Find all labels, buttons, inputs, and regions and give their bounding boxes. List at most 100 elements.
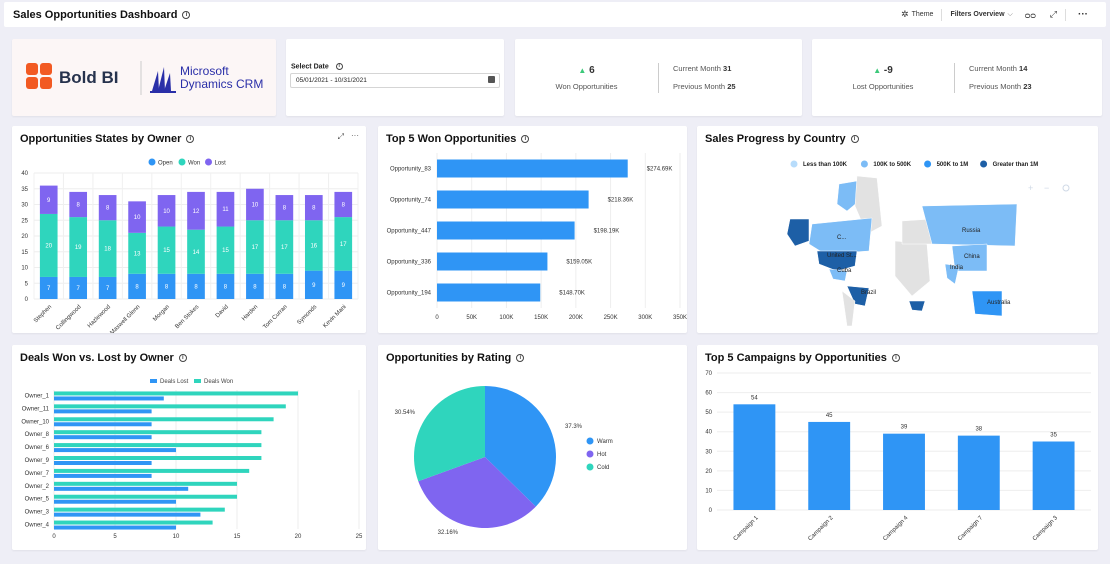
bar-lost: [54, 435, 152, 440]
more-options-icon[interactable]: ···: [1078, 9, 1088, 20]
data-label: 17: [281, 245, 288, 251]
y-tick-label: 30: [705, 449, 712, 455]
bar-lost: [54, 512, 201, 517]
bar: [437, 159, 628, 178]
country-label: Cuba: [837, 268, 852, 274]
date-filter-label: Select Date: [291, 63, 329, 71]
y-tick-label: 50: [705, 410, 712, 416]
country-label: C...: [837, 235, 847, 241]
filters-label: Filters Overview: [950, 11, 1005, 18]
lost-label: Lost Opportunities: [852, 81, 914, 91]
country-label: China: [964, 254, 980, 260]
x-tick-label: Campaign 2: [807, 515, 835, 543]
deals-won-lost-widget: Deals Won vs. Lost by Owner i Deals Lost D…: [12, 345, 366, 550]
column-chart: 0 10 20 30 40 50 60 70 54 Campaign 1 45 Campaign 2 3…: [705, 371, 1091, 543]
x-tick-label: 250K: [604, 315, 618, 321]
info-icon[interactable]: i: [335, 63, 343, 70]
data-label: 37.3%: [565, 424, 583, 430]
expand-icon[interactable]: ⤢: [1050, 9, 1057, 20]
divider: [941, 8, 943, 21]
y-tick-label: Owner_11: [22, 406, 50, 412]
x-tick-label: Hazlewood: [87, 304, 112, 329]
bar-lost: [54, 396, 164, 401]
page-title: Sales Opportunities Dashboard: [13, 8, 178, 21]
top-won-opportunities-widget: Top 5 Won Opportunities i 0 50K 100K 150K 200…: [378, 126, 687, 333]
bar-lost: [54, 409, 152, 414]
x-tick-label: 150K: [534, 315, 548, 321]
opportunities-by-rating-widget: Opportunities by Rating i 37.3% 32.16% 30.5…: [378, 345, 687, 550]
x-tick-label: Collingwood: [55, 304, 82, 331]
zoom-out-icon: −: [1044, 183, 1049, 193]
data-label: 39: [901, 425, 908, 431]
x-tick-label: 20: [295, 534, 302, 540]
trend-up-icon: ▲: [578, 65, 587, 75]
logo-card: Bold BI Microsoft Dynamics CRM: [12, 39, 276, 116]
x-tick-label: Campaign 4: [882, 515, 910, 543]
y-tick-label: 10: [705, 488, 712, 494]
data-label: 20: [45, 243, 52, 249]
data-label: 15: [222, 248, 229, 254]
legend-label: Won: [188, 161, 200, 167]
y-tick-label: Owner_5: [25, 497, 50, 503]
theme-button[interactable]: ✲ Theme: [901, 9, 933, 20]
glasses-icon[interactable]: ᴑᴑ: [1025, 10, 1036, 20]
legend-marker: [150, 379, 157, 383]
previous-month-label: Previous Month: [969, 81, 1022, 91]
data-label: 12: [193, 209, 200, 215]
legend-label: 500K to 1M: [937, 162, 969, 168]
x-tick-label: 15: [234, 534, 241, 540]
y-tick-label: 15: [21, 250, 28, 256]
y-tick-label: Owner_10: [21, 419, 49, 425]
data-label: 11: [222, 207, 229, 213]
bar-won: [54, 456, 262, 460]
bar-won: [54, 481, 237, 486]
calendar-icon[interactable]: [488, 76, 495, 83]
won-delta: 6: [589, 64, 595, 76]
y-tick-label: 0: [709, 508, 713, 514]
x-tick-label: Ben Stokes: [174, 304, 200, 330]
legend-marker: [178, 158, 186, 166]
y-tick-label: 40: [705, 430, 712, 436]
country-africa: [894, 240, 931, 297]
filters-overview-dropdown[interactable]: Filters Overview ⌵: [950, 11, 1012, 19]
legend-label: Warm: [597, 439, 613, 445]
current-month-label: Current Month: [969, 63, 1017, 73]
data-label: 10: [252, 203, 259, 209]
y-tick-label: 20: [21, 234, 28, 240]
bar-lost: [54, 486, 189, 491]
data-label: 13: [134, 251, 141, 257]
x-tick-label: 10: [173, 534, 180, 540]
logo-graphic: Bold BI Microsoft Dynamics CRM: [26, 61, 263, 95]
previous-month-label: Previous Month: [673, 81, 726, 91]
x-tick-label: Campaign 1: [733, 515, 761, 543]
sun-icon: ✲: [901, 9, 909, 19]
bold-bi-logo-icon: [26, 63, 52, 89]
data-label: $218.36K: [608, 198, 634, 204]
y-tick-label: 60: [705, 391, 712, 397]
bar-lost: [54, 422, 152, 427]
x-tick-label: Maxwell Glenn: [109, 304, 141, 333]
info-icon[interactable]: i: [182, 10, 191, 19]
data-label: 10: [134, 215, 141, 221]
country-russia: [921, 203, 1018, 247]
country-label: Russia: [962, 228, 981, 234]
legend-label: Less than 100K: [803, 162, 848, 168]
microsoft-dynamics-logo-icon: [150, 67, 176, 93]
x-tick-label: Morgan: [152, 304, 171, 323]
world-map[interactable]: Less than 100K 100K to 500K 500K to 1M Grea…: [697, 126, 1098, 333]
data-label: 45: [826, 413, 833, 419]
legend-label: Lost: [215, 161, 227, 167]
date-range-input[interactable]: 05/01/2021 - 10/31/2021: [290, 73, 500, 88]
lost-delta: -9: [883, 64, 893, 76]
data-label: 32.16%: [438, 530, 459, 536]
x-tick-label: 0: [52, 534, 56, 540]
bar: [1032, 441, 1075, 510]
y-tick-label: 35: [21, 187, 28, 193]
x-tick-label: Tom Curran: [262, 304, 288, 330]
data-label: 17: [252, 245, 259, 251]
date-range-value: 05/01/2021 - 10/31/2021: [296, 77, 367, 84]
bar-lost: [54, 448, 176, 453]
date-filter-label-row: Select Date i: [291, 63, 343, 70]
x-tick-label: 50K: [466, 315, 477, 321]
current-month-value: 14: [1019, 63, 1028, 73]
